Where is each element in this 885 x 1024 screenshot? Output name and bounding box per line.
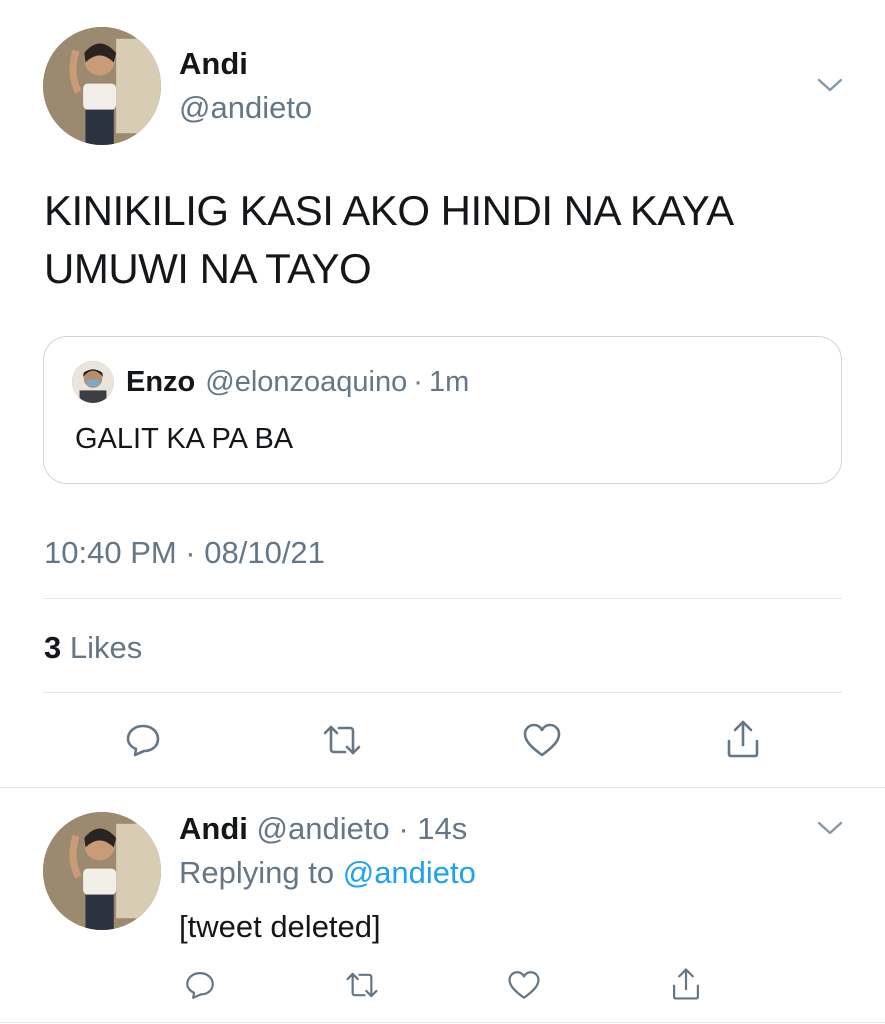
reply-share-button[interactable] bbox=[666, 963, 706, 1005]
tweet-text: KINIKILIG KASI AKO HINDI NA KAYA UMUWI N… bbox=[44, 182, 864, 298]
reply-author-handle[interactable]: @andieto bbox=[257, 811, 390, 846]
replying-to: Replying to @andieto bbox=[179, 855, 476, 891]
quoted-tweet-text: GALIT KA PA BA bbox=[75, 423, 294, 455]
reply-tweet-text: [tweet deleted] bbox=[179, 909, 381, 944]
tweet-text-line: UMUWI NA TAYO bbox=[44, 245, 372, 292]
quoted-avatar-photo bbox=[72, 361, 114, 403]
reply-time: 14s bbox=[417, 811, 468, 846]
share-button[interactable] bbox=[718, 713, 768, 765]
retweet-icon bbox=[323, 725, 361, 755]
like-button[interactable] bbox=[517, 715, 567, 765]
retweet-icon bbox=[346, 972, 378, 998]
replying-to-label: Replying to bbox=[179, 855, 335, 890]
tweet-text-line: KINIKILIG KASI AKO HINDI NA KAYA bbox=[44, 187, 734, 234]
divider bbox=[43, 598, 842, 599]
quoted-author-handle[interactable]: @elonzoaquino bbox=[205, 366, 407, 399]
replying-to-link[interactable]: @andieto bbox=[343, 855, 476, 890]
retweet-button[interactable] bbox=[316, 715, 368, 765]
divider bbox=[43, 692, 842, 693]
reply-header: Andi @andieto · 14s bbox=[179, 811, 467, 847]
reply-icon bbox=[186, 971, 214, 999]
heart-icon bbox=[508, 971, 540, 999]
reply-retweet-button[interactable] bbox=[340, 965, 384, 1005]
bottom-divider bbox=[0, 1022, 885, 1023]
reply-author-name[interactable]: Andi bbox=[179, 811, 248, 846]
author-name[interactable]: Andi bbox=[179, 46, 248, 82]
reply-like-button[interactable] bbox=[504, 965, 544, 1005]
likes-label: Likes bbox=[69, 630, 143, 665]
quoted-tweet-header: Enzo @elonzoaquino · 1m bbox=[72, 361, 469, 403]
section-divider bbox=[0, 787, 885, 788]
quoted-time: 1m bbox=[428, 365, 470, 398]
author-avatar[interactable] bbox=[43, 27, 161, 145]
share-icon bbox=[672, 968, 700, 1000]
quoted-tweet[interactable]: Enzo @elonzoaquino · 1m GALIT KA PA BA bbox=[43, 336, 842, 484]
reply-author-avatar[interactable] bbox=[43, 812, 161, 930]
reply-icon bbox=[126, 724, 160, 757]
heart-icon bbox=[523, 723, 561, 757]
share-icon bbox=[727, 720, 759, 758]
reply-avatar-photo bbox=[43, 812, 161, 930]
author-handle[interactable]: @andieto bbox=[179, 90, 312, 126]
likes-number: 3 bbox=[44, 630, 62, 665]
quoted-separator: · bbox=[413, 365, 423, 398]
tweet-timestamp[interactable]: 10:40 PM · 08/10/21 bbox=[44, 535, 325, 571]
reply-chevron-down-icon[interactable] bbox=[815, 817, 845, 839]
quoted-author-name[interactable]: Enzo bbox=[126, 366, 195, 399]
reply-button[interactable] bbox=[118, 715, 168, 765]
chevron-down-icon[interactable] bbox=[815, 74, 845, 96]
reply-reply-button[interactable] bbox=[180, 965, 220, 1005]
avatar-photo bbox=[43, 27, 161, 145]
quoted-avatar bbox=[72, 361, 114, 403]
reply-separator: · bbox=[398, 811, 409, 846]
likes-count[interactable]: 3 Likes bbox=[44, 630, 142, 666]
